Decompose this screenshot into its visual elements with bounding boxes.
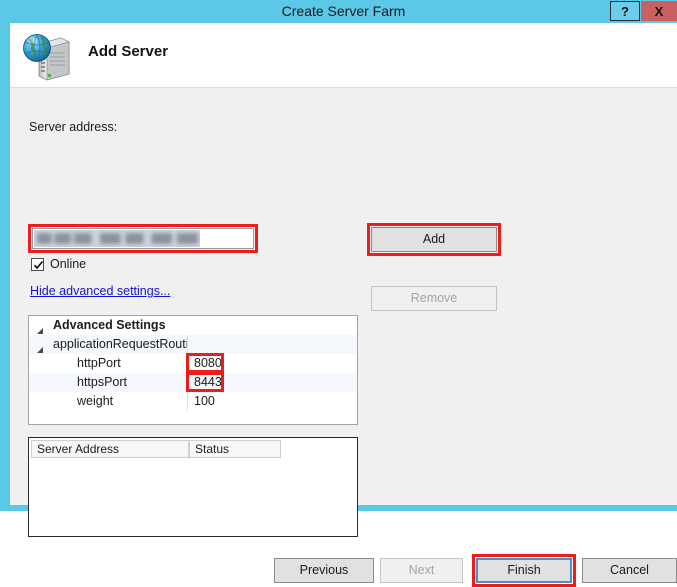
grid-name-text: applicationRequestRouti	[53, 337, 189, 351]
column-header-server-address[interactable]: Server Address	[31, 440, 189, 458]
finish-button-annotation	[472, 554, 576, 587]
table-row[interactable]: weight 100	[29, 392, 357, 411]
table-row[interactable]: Advanced Settings	[29, 316, 357, 335]
grid-name-text: httpPort	[77, 356, 121, 370]
online-checkbox[interactable]	[31, 258, 44, 271]
http-port-annotation	[186, 353, 224, 373]
table-row[interactable]: applicationRequestRouti	[29, 335, 357, 354]
grid-value-cell	[187, 335, 357, 354]
create-server-farm-dialog: Create Server Farm ? X Add Server Server…	[0, 0, 677, 587]
grid-name-cell: applicationRequestRouti	[29, 335, 189, 354]
title-bar: Create Server Farm ? X	[5, 0, 677, 23]
close-button[interactable]: X	[641, 1, 677, 21]
expander-icon[interactable]	[36, 341, 44, 353]
grid-value-cell	[187, 316, 357, 335]
server-list[interactable]: Server Address Status	[28, 437, 358, 537]
server-list-header: Server Address Status	[31, 440, 281, 458]
grid-name-cell: Advanced Settings	[29, 316, 187, 335]
grid-name-text: Advanced Settings	[53, 318, 166, 332]
grid-name-cell: httpsPort	[29, 373, 187, 392]
expander-icon[interactable]	[36, 322, 44, 334]
column-header-status[interactable]: Status	[189, 440, 281, 458]
help-button[interactable]: ?	[610, 1, 640, 21]
grid-value-cell[interactable]: 100	[187, 392, 357, 411]
grid-name-cell: weight	[29, 392, 187, 411]
server-address-label: Server address:	[29, 120, 118, 134]
toggle-advanced-settings-link[interactable]: Hide advanced settings...	[30, 284, 170, 298]
online-label: Online	[50, 257, 87, 271]
page-title: Add Server	[88, 43, 169, 60]
server-address-annotation	[28, 224, 258, 253]
https-port-annotation	[186, 372, 224, 392]
remove-button: Remove	[371, 286, 497, 311]
grid-value-text: 100	[194, 394, 215, 408]
server-globe-icon	[21, 28, 73, 82]
dialog-body: Server address: Online Hide advanced set…	[10, 88, 677, 587]
grid-name-text: httpsPort	[77, 375, 128, 389]
checkmark-icon	[33, 260, 44, 270]
grid-name-text: weight	[77, 394, 114, 408]
grid-name-cell: httpPort	[29, 354, 187, 373]
add-button-annotation	[367, 223, 501, 256]
cancel-button[interactable]: Cancel	[582, 558, 677, 583]
window-title: Create Server Farm	[281, 3, 406, 19]
next-button: Next	[380, 558, 463, 583]
previous-button[interactable]: Previous	[274, 558, 374, 583]
dialog-header: Add Server	[10, 23, 677, 88]
